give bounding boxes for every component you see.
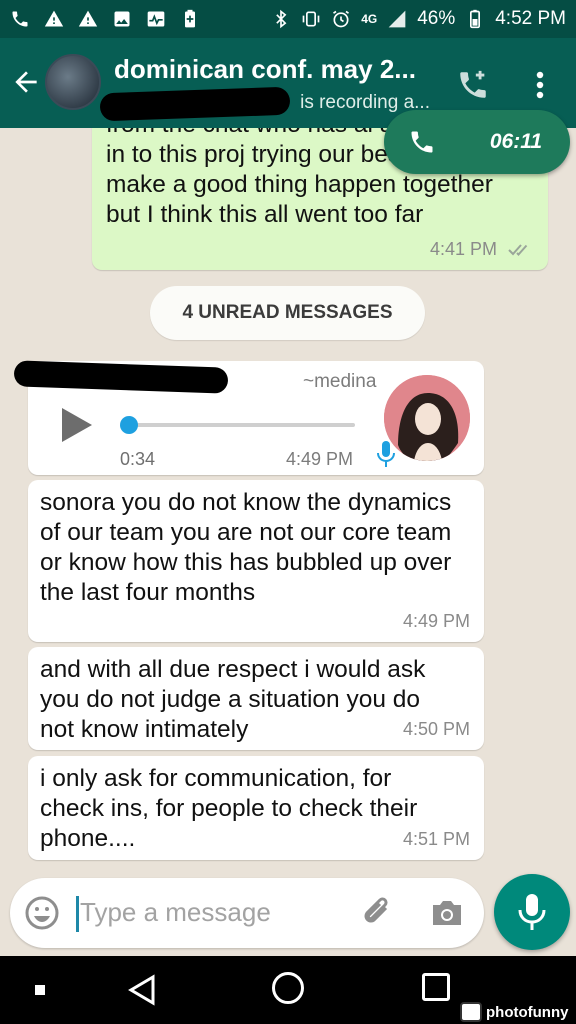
attachment-icon[interactable] <box>360 894 396 932</box>
message-composer <box>10 878 484 948</box>
message-time-label: 4:41 PM <box>429 239 497 259</box>
status-bar-system: 4G 46% 4:52 PM <box>271 8 566 30</box>
message-time: 4:49 PM <box>402 611 470 631</box>
add-call-icon[interactable] <box>456 68 490 102</box>
message-time: 4:51 PM <box>402 829 470 849</box>
watermark-text: photofunny <box>486 1003 569 1021</box>
call-timer: 06:11 <box>489 130 542 153</box>
battery-percent: 46% <box>417 8 456 29</box>
bluetooth-icon <box>276 9 287 29</box>
ongoing-call-indicator[interactable]: 06:11 <box>384 110 570 174</box>
warning-icon <box>44 10 64 27</box>
warning-icon <box>78 10 98 27</box>
message-input[interactable] <box>80 892 350 932</box>
network-type: 4G <box>361 12 378 26</box>
chat-title[interactable]: dominican conf. may 2... <box>114 54 434 85</box>
text-cursor <box>76 896 79 932</box>
voice-progress-handle[interactable] <box>120 416 138 434</box>
nav-recents-icon[interactable] <box>422 973 450 1001</box>
nav-back-icon[interactable] <box>125 973 159 1007</box>
phone-icon <box>12 11 28 27</box>
camera-icon[interactable] <box>430 897 464 929</box>
message-text: and with all due respect i would ask you… <box>40 656 426 743</box>
double-check-icon <box>508 244 528 257</box>
play-icon[interactable] <box>58 405 94 445</box>
voice-progress-track[interactable] <box>123 423 355 427</box>
message-list[interactable]: from the chat who has al all this work i… <box>0 128 576 878</box>
activity-icon <box>147 11 165 27</box>
message-text: i only ask for communication, for check … <box>40 765 418 852</box>
alarm-icon <box>333 10 350 28</box>
sender-avatar[interactable] <box>384 375 470 461</box>
message-incoming[interactable]: sonora you do not know the dynamics of o… <box>28 480 484 642</box>
microphone-icon <box>377 441 395 467</box>
group-avatar[interactable] <box>45 54 101 110</box>
status-bar: 4G 46% 4:52 PM <box>0 0 576 38</box>
voice-duration: 0:34 <box>120 449 156 469</box>
image-icon <box>114 11 130 27</box>
redaction-mark <box>99 86 291 122</box>
unread-messages-divider: 4 UNREAD MESSAGES <box>150 286 425 340</box>
message-incoming[interactable]: and with all due respect i would ask you… <box>28 647 484 750</box>
message-incoming[interactable]: i only ask for communication, for check … <box>28 756 484 860</box>
vibrate-icon <box>302 11 320 27</box>
signal-icon <box>388 10 406 28</box>
status-bar-notifications <box>10 9 200 29</box>
phone-icon <box>411 131 433 153</box>
microphone-icon <box>518 894 546 930</box>
battery-icon <box>470 9 481 29</box>
voice-sender: ~medina <box>303 371 377 392</box>
message-time: 4:50 PM <box>402 719 470 739</box>
message-time: 4:41 PM <box>430 234 534 264</box>
avatar-illustration <box>384 375 470 461</box>
clock: 4:52 PM <box>495 8 566 29</box>
nav-indicator-dot <box>35 985 45 995</box>
nav-home-icon[interactable] <box>272 972 304 1004</box>
more-options-icon[interactable] <box>530 70 550 100</box>
message-text: sonora you do not know the dynamics of o… <box>40 489 452 606</box>
message-time: 4:49 PM <box>286 449 354 469</box>
watermark-logo-icon <box>460 1002 482 1022</box>
battery-plus-icon <box>185 9 195 28</box>
emoji-icon[interactable] <box>24 895 60 931</box>
watermark: photofunny <box>460 1000 568 1024</box>
record-voice-button[interactable] <box>494 874 570 950</box>
back-arrow-icon[interactable] <box>10 66 42 98</box>
